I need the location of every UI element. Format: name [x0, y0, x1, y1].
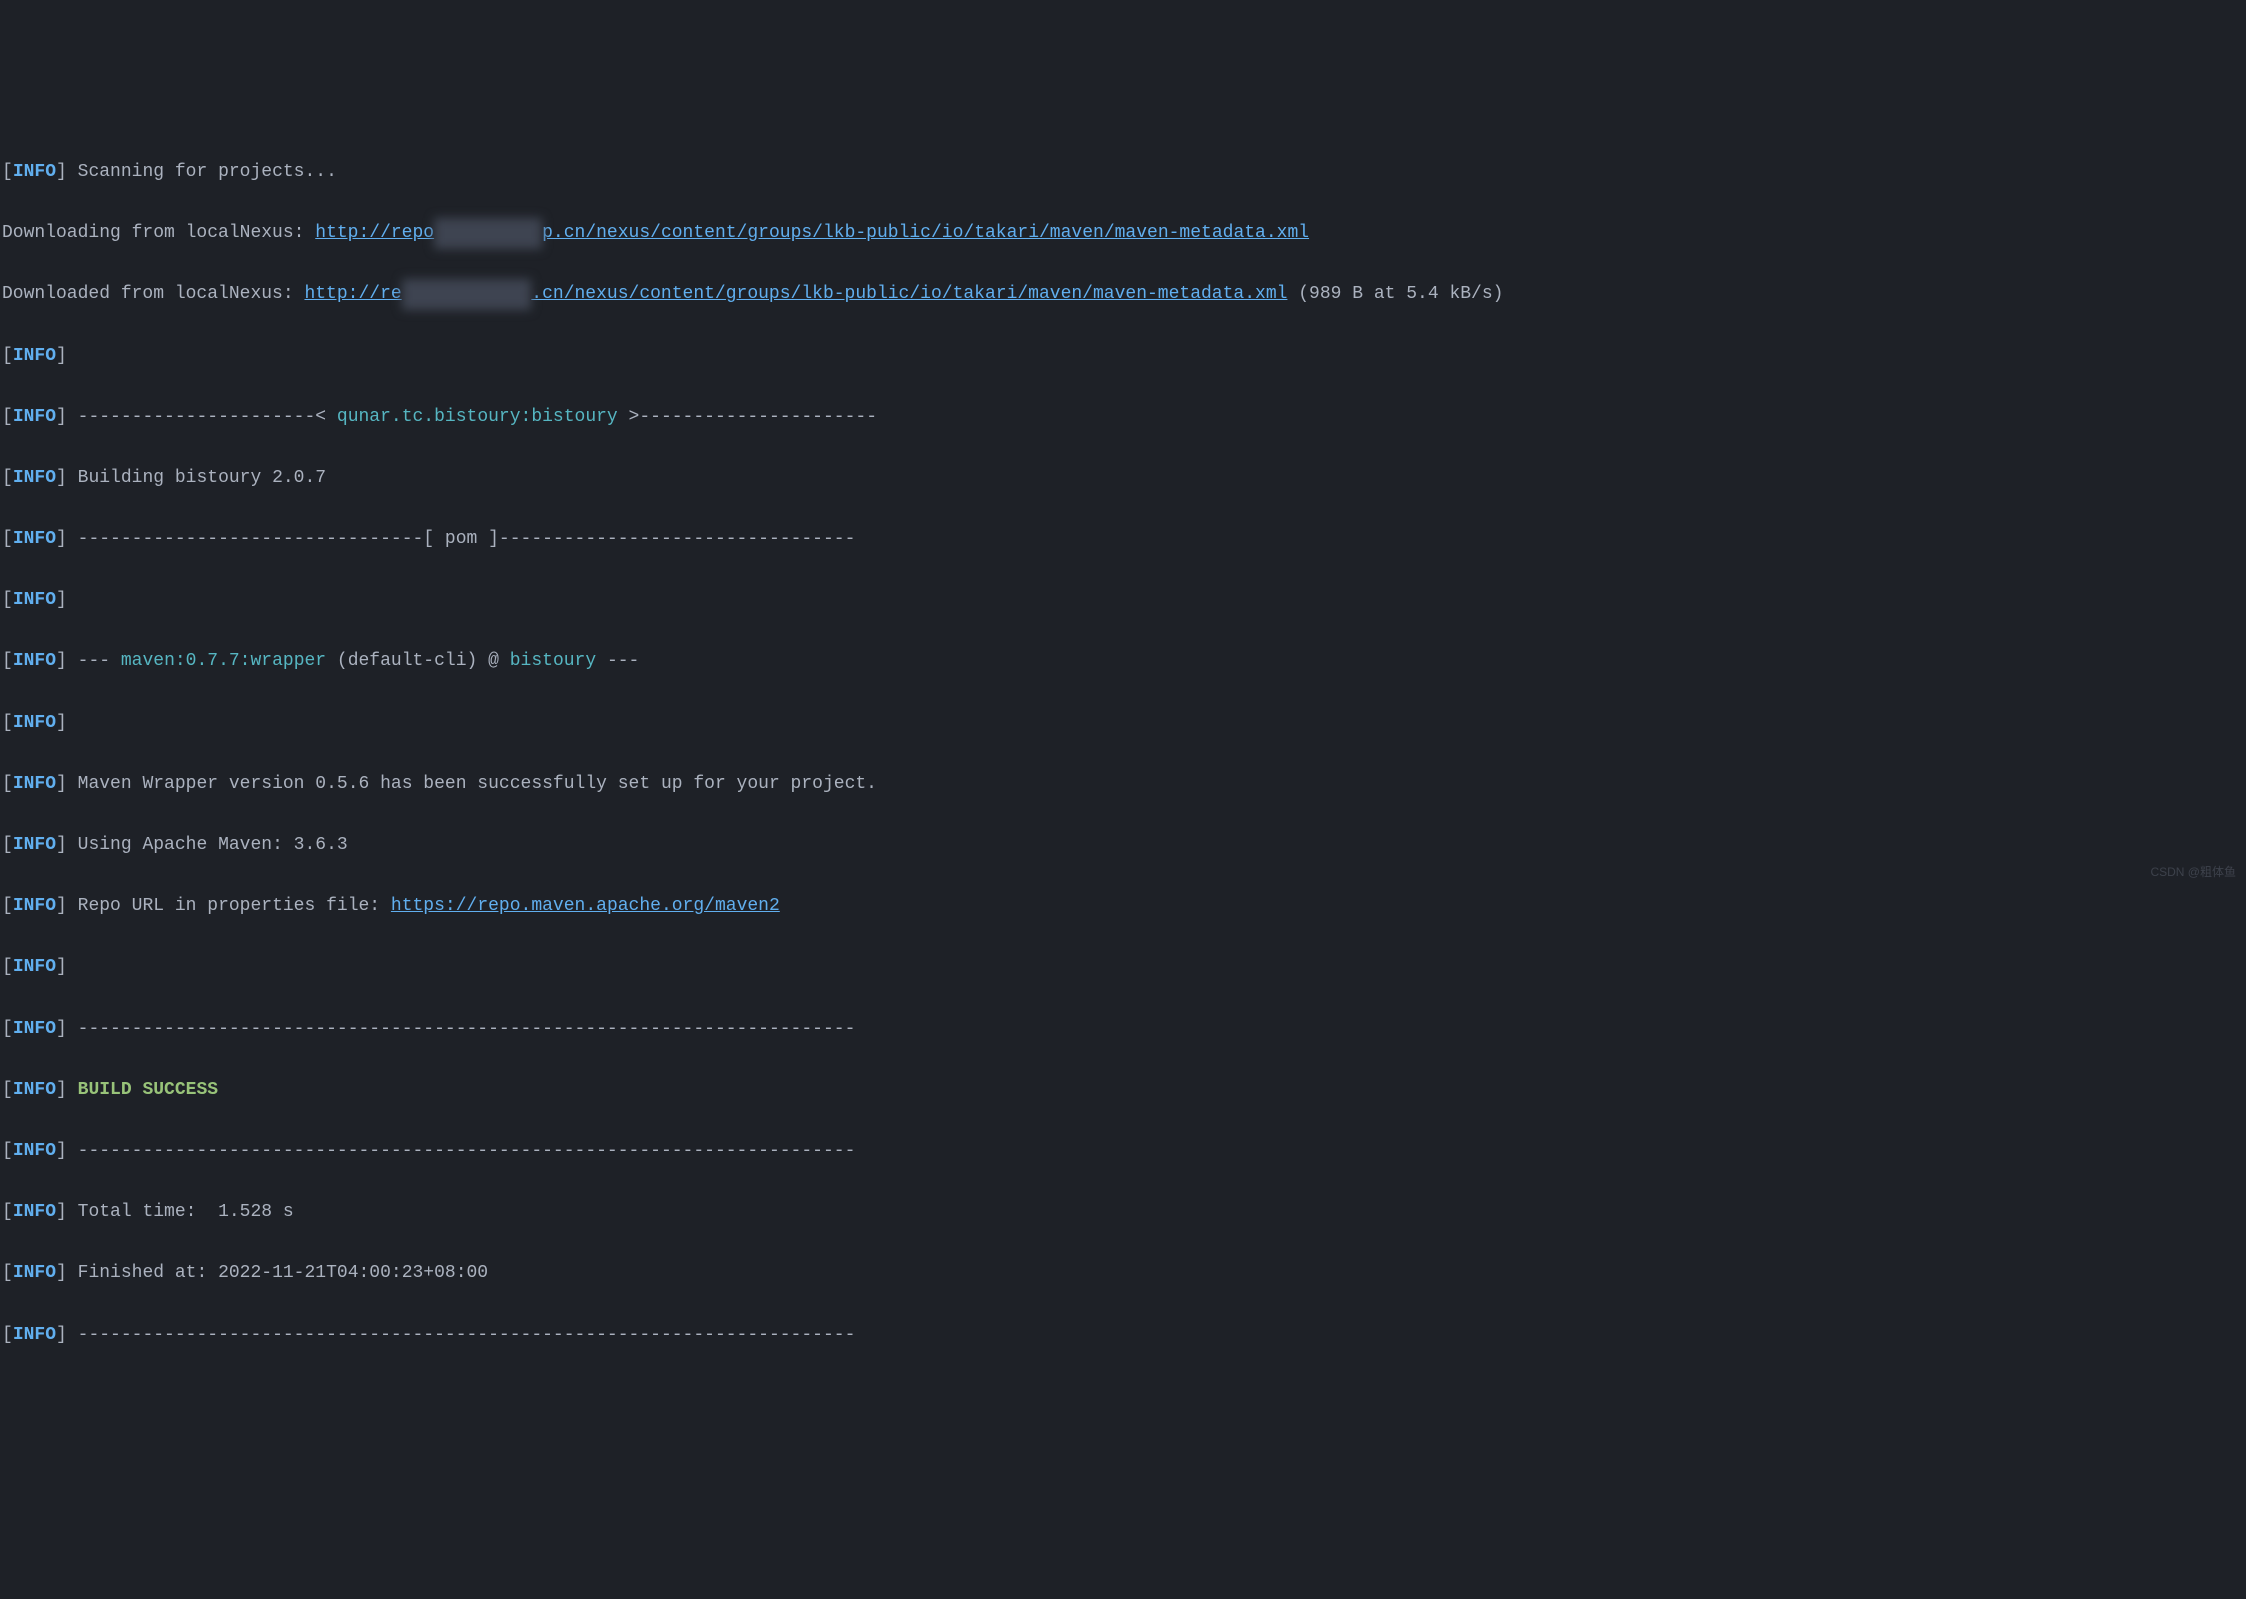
info-tag: INFO: [13, 957, 56, 977]
log-line: [INFO] Using Apache Maven: 3.6.3: [2, 830, 2244, 861]
info-tag: INFO: [13, 529, 56, 549]
info-tag: INFO: [13, 1202, 56, 1222]
info-tag: INFO: [13, 713, 56, 733]
info-tag: INFO: [13, 590, 56, 610]
project-ref: bistoury: [510, 651, 596, 671]
plugin-id: maven:0.7.7:wrapper: [121, 651, 326, 671]
log-line: [INFO] Total time: 1.528 s: [2, 1197, 2244, 1228]
info-tag: INFO: [13, 1263, 56, 1283]
log-line: Downloaded from localNexus: http://rexxx…: [2, 279, 2244, 310]
log-line: [INFO] BUILD SUCCESS: [2, 1075, 2244, 1106]
info-tag: INFO: [13, 407, 56, 427]
info-tag: INFO: [13, 1080, 56, 1100]
info-tag: INFO: [13, 651, 56, 671]
log-line: [INFO] Repo URL in properties file: http…: [2, 891, 2244, 922]
log-line: [INFO] Finished at: 2022-11-21T04:00:23+…: [2, 1258, 2244, 1289]
info-tag: INFO: [13, 162, 56, 182]
log-line: [INFO] ---------------------------------…: [2, 1014, 2244, 1045]
info-tag: INFO: [13, 896, 56, 916]
log-line: [INFO] Maven Wrapper version 0.5.6 has b…: [2, 769, 2244, 800]
download-url-link[interactable]: http://repoxxxxxxxxxxp.cn/nexus/content/…: [315, 223, 1309, 243]
repo-url-link[interactable]: https://repo.maven.apache.org/maven2: [391, 896, 780, 916]
building-text: Building bistoury 2.0.7: [67, 468, 326, 488]
log-line: Downloading from localNexus: http://repo…: [2, 218, 2244, 249]
info-tag: INFO: [13, 1141, 56, 1161]
log-line: [INFO] --------------------------------[…: [2, 524, 2244, 555]
log-line: [INFO]: [2, 708, 2244, 739]
info-tag: INFO: [13, 1325, 56, 1345]
info-tag: INFO: [13, 468, 56, 488]
log-line: [INFO] Building bistoury 2.0.7: [2, 463, 2244, 494]
info-tag: INFO: [13, 774, 56, 794]
log-line: [INFO]: [2, 585, 2244, 616]
downloaded-url-link[interactable]: http://rexxxxxxxxxxxx.cn/nexus/content/g…: [304, 284, 1287, 304]
terminal-output: [INFO] Scanning for projects... Download…: [2, 126, 2244, 1380]
log-line: [INFO] Scanning for projects...: [2, 157, 2244, 188]
log-line: [INFO] ----------------------< qunar.tc.…: [2, 402, 2244, 433]
finished-at: Finished at: 2022-11-21T04:00:23+08:00: [67, 1263, 488, 1283]
log-line: [INFO] ---------------------------------…: [2, 1136, 2244, 1167]
maven-version: Using Apache Maven: 3.6.3: [67, 835, 348, 855]
wrapper-version: Maven Wrapper version 0.5.6 has been suc…: [67, 774, 877, 794]
log-line: [INFO] --- maven:0.7.7:wrapper (default-…: [2, 646, 2244, 677]
build-success: BUILD SUCCESS: [67, 1080, 218, 1100]
total-time: Total time: 1.528 s: [67, 1202, 294, 1222]
log-line: [INFO] ---------------------------------…: [2, 1320, 2244, 1351]
watermark: CSDN @粗体鱼: [2150, 862, 2236, 882]
project-id: qunar.tc.bistoury:bistoury: [337, 407, 618, 427]
log-line: [INFO]: [2, 952, 2244, 983]
info-tag: INFO: [13, 1019, 56, 1039]
log-line: [INFO]: [2, 341, 2244, 372]
info-tag: INFO: [13, 835, 56, 855]
info-tag: INFO: [13, 346, 56, 366]
